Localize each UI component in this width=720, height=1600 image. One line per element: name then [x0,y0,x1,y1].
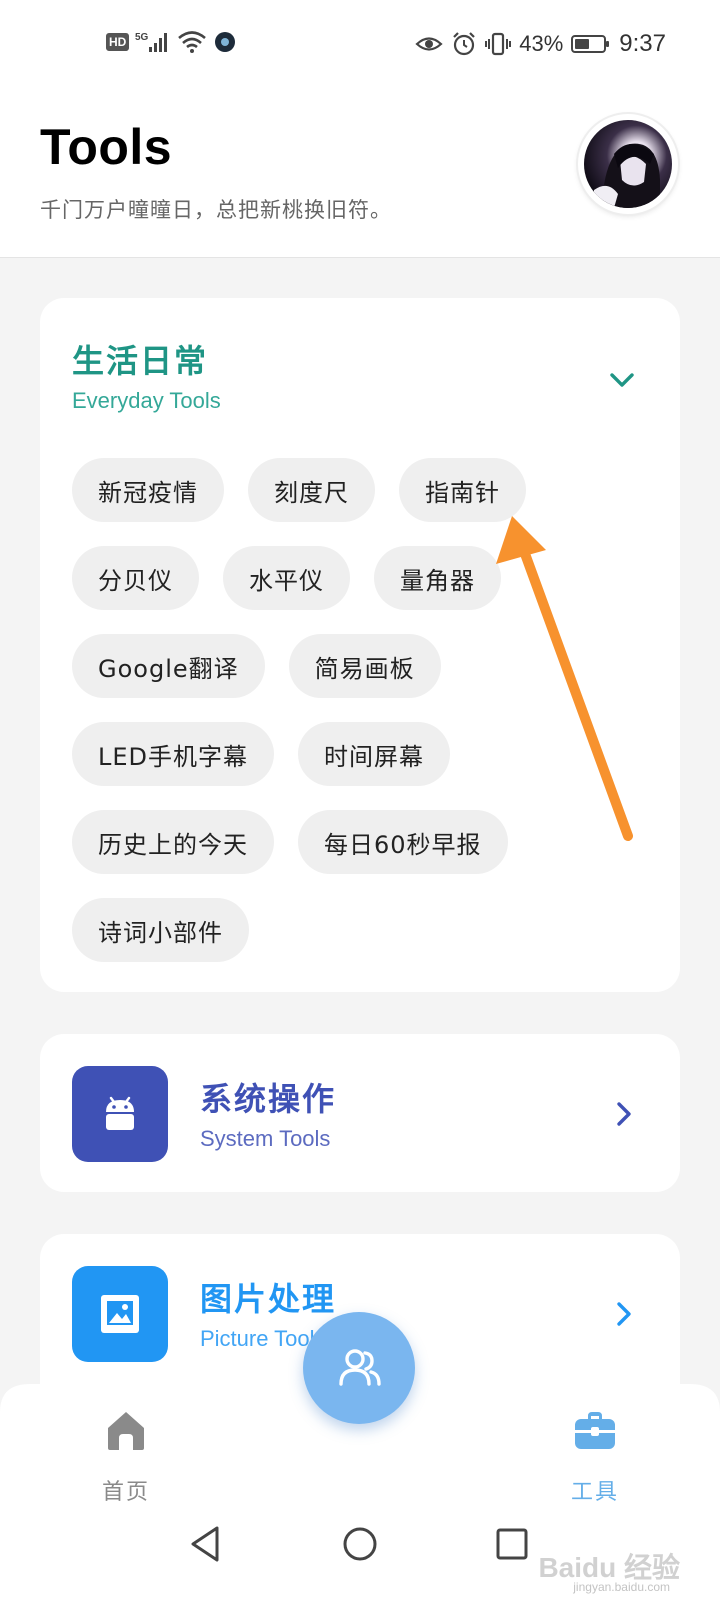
nav-tools-label: 工具 [570,1480,619,1505]
page-subtitle: 千门万户曈曈日，总把新桃换旧符。 [40,198,392,222]
tool-chip-compass[interactable]: 指南针 [399,458,526,522]
status-bar: HD 5G 43% 9:37 [0,0,720,90]
network-type: 5G [135,32,149,43]
avatar[interactable] [578,114,678,214]
image-icon [101,1295,139,1333]
status-bar-right: 43% 9:37 [415,30,666,58]
nav-tools[interactable]: 工具 [535,1406,655,1518]
picture-tools-icon-tile [72,1266,168,1362]
system-tools-card[interactable]: 系统操作 System Tools [40,1034,680,1192]
tool-chip-ruler[interactable]: 刻度尺 [248,458,375,522]
tool-chip-poetry-widget[interactable]: 诗词小部件 [72,898,249,962]
community-fab[interactable] [303,1312,415,1424]
nav-home-label: 首页 [101,1480,150,1505]
home-circle-icon[interactable] [336,1520,384,1568]
tool-chip-google-translate[interactable]: Google翻译 [72,634,265,698]
watermark-url: jingyan.baidu.com [573,1580,670,1594]
signal-icon: 5G [135,32,168,52]
picture-tools-title: 图片处理 [200,1280,337,1318]
tool-chip-history-today[interactable]: 历史上的今天 [72,810,274,874]
system-tools-subtitle: System Tools [200,1126,331,1151]
chevron-down-icon[interactable] [604,362,640,398]
tool-chip-led-subtitle[interactable]: LED手机字幕 [72,722,275,786]
everyday-tools-subtitle: Everyday Tools [72,388,221,413]
tool-chip-drawing-board[interactable]: 简易画板 [288,634,441,698]
tool-chip-time-screen[interactable]: 时间屏幕 [298,722,451,786]
system-tools-title: 系统操作 [200,1080,337,1118]
system-tools-icon-tile [72,1066,168,1162]
tool-chip-protractor[interactable]: 量角器 [374,546,501,610]
home-icon [108,1412,144,1450]
page-title: Tools [40,119,173,175]
app-notification-icon [215,32,236,52]
tool-chip-level[interactable]: 水平仪 [223,546,350,610]
hd-badge: HD [106,33,130,51]
recents-icon[interactable] [488,1520,536,1568]
vibrate-icon [485,32,512,56]
tool-chip-daily-news[interactable]: 每日60秒早报 [298,810,508,874]
tool-chip-covid[interactable]: 新冠疫情 [72,458,224,522]
everyday-tools-title: 生活日常 [72,342,209,380]
status-bar-left: HD 5G [106,30,237,54]
community-icon [339,1349,381,1386]
avatar-illustration [592,143,660,208]
clock: 9:37 [619,30,666,57]
chevron-right-icon[interactable] [606,1096,642,1132]
page-header: Tools 千门万户曈曈日，总把新桃换旧符。 [0,90,720,258]
wifi-icon [178,31,207,53]
chevron-right-icon[interactable] [606,1296,642,1332]
battery-icon [571,35,610,53]
android-icon [106,1096,134,1130]
everyday-tools-list: 新冠疫情 刻度尺 指南针 分贝仪 水平仪 量角器 Google翻译 简易画板 L… [72,458,662,962]
alarm-icon [453,32,476,56]
nav-home[interactable]: 首页 [66,1406,186,1518]
tool-chip-decibel-meter[interactable]: 分贝仪 [72,546,199,610]
back-icon[interactable] [183,1520,231,1568]
eye-icon [415,37,443,51]
avatar-image [584,120,672,208]
battery-percent: 43% [519,31,564,56]
toolbox-icon [575,1412,615,1449]
everyday-tools-card: 生活日常 Everyday Tools 新冠疫情 刻度尺 指南针 分贝仪 水平仪… [40,298,680,992]
